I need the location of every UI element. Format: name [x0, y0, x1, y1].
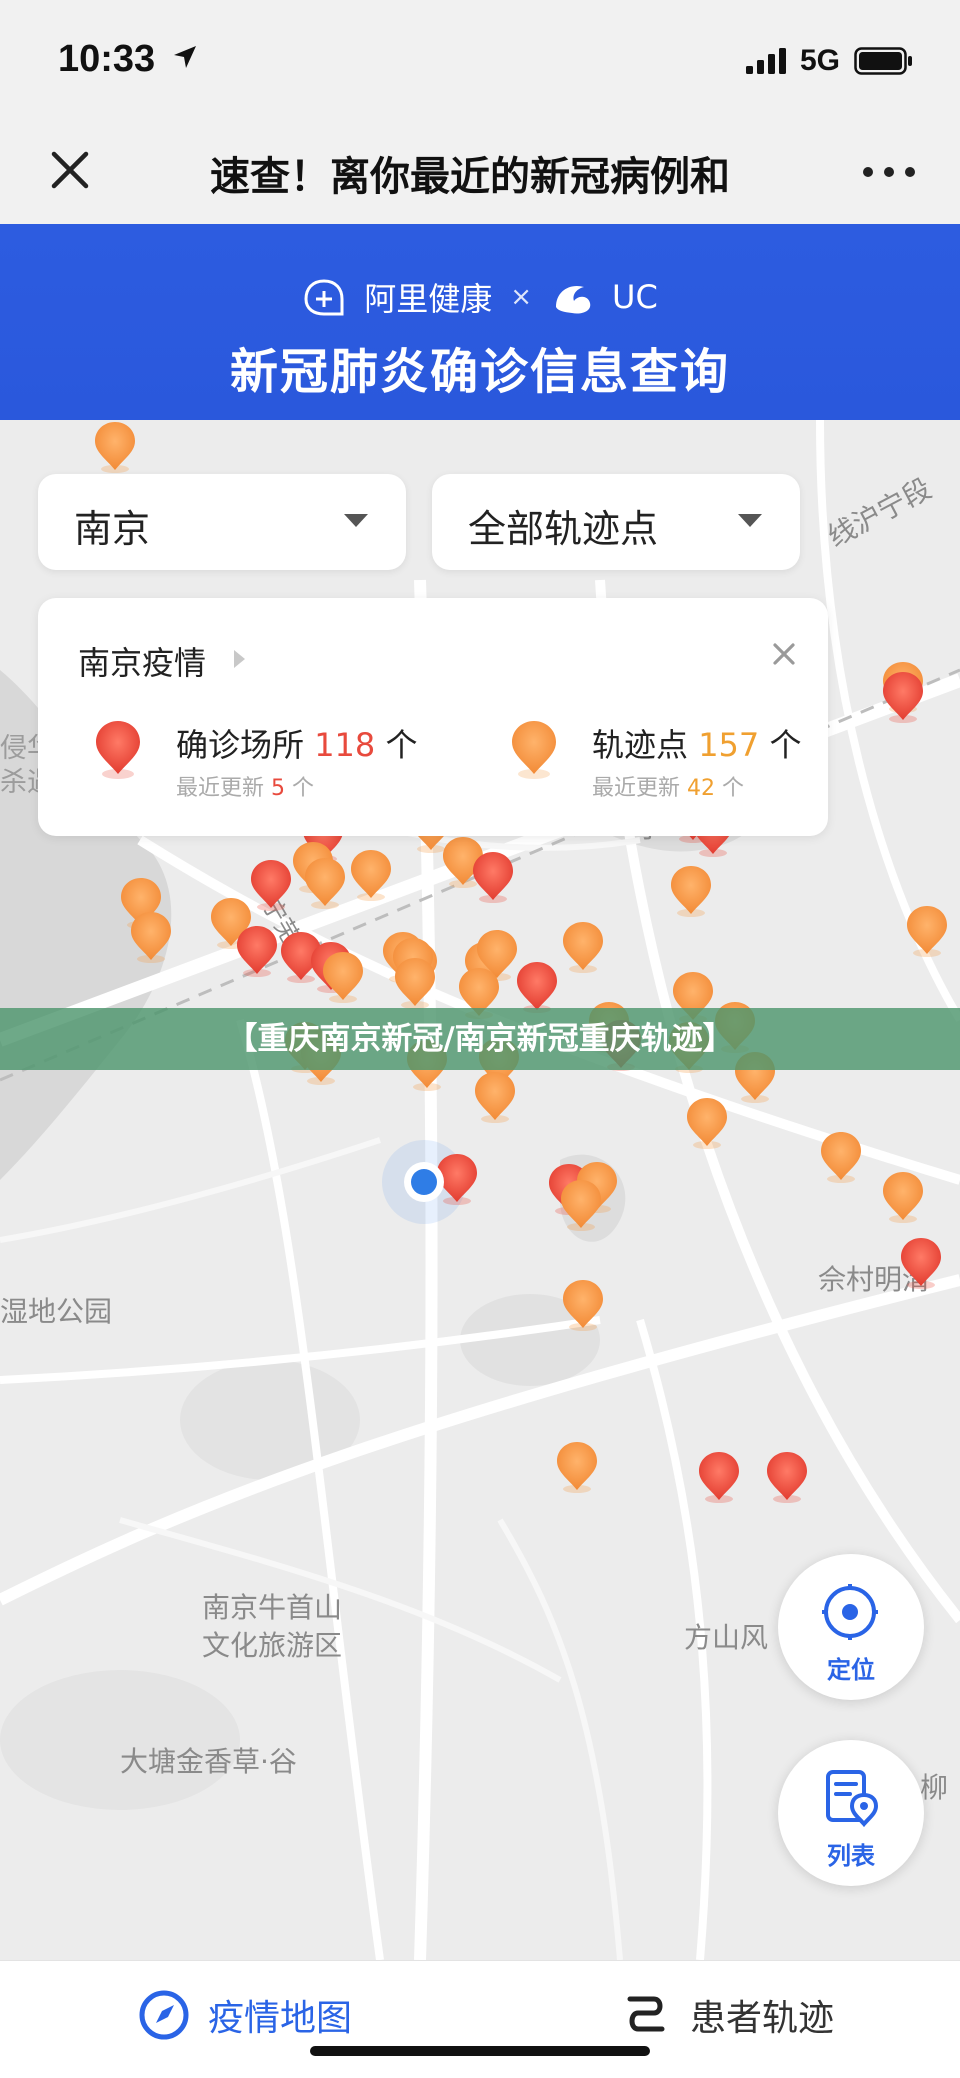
route-icon [627, 1996, 665, 2032]
status-bar: 10:33 5G [0, 0, 960, 120]
confirmed-count: 118 [314, 726, 376, 764]
trace-recent: 最近更新 42 个 [592, 770, 744, 802]
trace-point-pin[interactable] [320, 950, 366, 1004]
confirmed-recent-label: 最近更新 [176, 776, 265, 801]
epidemic-summary-card: 南京疫情 确诊场所 118 个 最近更新 5 个 轨迹点 157 个 最近更新 … [38, 598, 828, 836]
confirmed-place-pin[interactable] [470, 850, 516, 904]
confirmed-place-pin[interactable] [234, 924, 280, 978]
trace-point-pin[interactable] [472, 1070, 518, 1124]
page-title: 速查！离你最近的新冠病例和 [210, 154, 730, 200]
confirmed-recent-count: 5 [271, 776, 286, 801]
trace-point-pin[interactable] [560, 920, 606, 974]
chevron-right-icon[interactable] [234, 650, 245, 668]
chevron-down-icon [738, 514, 762, 527]
trace-point-pin[interactable] [560, 1278, 606, 1332]
trace-recent-count: 42 [687, 776, 716, 801]
confirmed-place-pin[interactable] [898, 1236, 944, 1290]
alihealth-logo-icon [304, 279, 344, 316]
red-pin-icon [96, 721, 140, 779]
locate-label: 定位 [827, 1656, 875, 1684]
uc-squirrel-logo-icon [556, 285, 591, 314]
confirmed-places-line: 确诊场所 118 个 [176, 720, 417, 766]
more-options-icon[interactable] [860, 162, 918, 182]
list-button[interactable]: 列表 [778, 1740, 924, 1886]
list-document-icon [826, 1770, 879, 1828]
trace-recent-label: 最近更新 [592, 776, 681, 801]
confirmed-place-pin[interactable] [764, 1450, 810, 1504]
summary-card-title[interactable]: 南京疫情 [78, 638, 206, 684]
city-dropdown[interactable]: 南京 [38, 474, 406, 570]
map-label-niushou-mountain: 南京牛首山 [202, 1591, 343, 1624]
confirmed-recent-unit: 个 [292, 776, 315, 801]
compass-icon [139, 1990, 189, 2040]
confirmed-unit: 个 [385, 726, 418, 764]
trace-point-pin[interactable] [348, 848, 394, 902]
trace-unit: 个 [769, 726, 802, 764]
header-banner: 阿里健康 × UC 新冠肺炎确诊信息查询 [0, 224, 960, 420]
brand-uc: UC [612, 278, 658, 316]
trace-point-pin[interactable] [818, 1130, 864, 1184]
close-icon[interactable] [44, 144, 96, 196]
banner-title: 新冠肺炎确诊信息查询 [229, 344, 730, 400]
map-label-datang: 大塘金香草·谷 [120, 1745, 297, 1778]
title-bar: 速查！离你最近的新冠病例和 [0, 120, 960, 224]
tab-patient-trace-label: 患者轨迹 [690, 1998, 835, 2039]
locate-target-icon [822, 1584, 878, 1640]
trace-point-pin[interactable] [668, 864, 714, 918]
confirmed-place-pin[interactable] [880, 670, 926, 724]
trace-point-pin[interactable] [392, 956, 438, 1010]
tab-epidemic-map[interactable]: 疫情地图 [138, 1989, 352, 2041]
trace-point-pin[interactable] [558, 1178, 604, 1232]
battery-icon [854, 47, 912, 75]
signal-icon [745, 48, 786, 74]
trace-point-pin[interactable] [92, 420, 138, 474]
map-label-wetland-park: 湿地公园 [0, 1295, 113, 1328]
trace-point-pin[interactable] [302, 856, 348, 910]
trace-points-line: 轨迹点 157 个 [592, 720, 801, 766]
brand-row: 阿里健康 × UC [0, 274, 960, 320]
network-type: 5G [799, 44, 840, 77]
trace-point-pin[interactable] [554, 1440, 600, 1494]
location-arrow-icon [174, 46, 196, 68]
map-label-liu: 柳 [920, 1771, 949, 1804]
list-label: 列表 [827, 1842, 875, 1870]
chevron-down-icon [344, 514, 368, 527]
confirmed-place-pin[interactable] [248, 858, 294, 912]
trace-point-pin[interactable] [904, 904, 950, 958]
point-type-dropdown[interactable]: 全部轨迹点 [432, 474, 800, 570]
trace-point-pin[interactable] [128, 910, 174, 964]
point-type-dropdown-value: 全部轨迹点 [468, 507, 659, 551]
city-dropdown-value: 南京 [74, 507, 151, 551]
bottom-tab-bar: 疫情地图 患者轨迹 [0, 1960, 960, 2078]
trace-point-pin[interactable] [684, 1096, 730, 1150]
tab-patient-trace[interactable]: 患者轨迹 [620, 1989, 834, 2041]
confirmed-place-pin[interactable] [514, 960, 560, 1014]
locate-button[interactable]: 定位 [778, 1554, 924, 1700]
brand-separator: × [510, 282, 533, 312]
confirmed-label: 确诊场所 [176, 726, 305, 764]
trace-recent-unit: 个 [722, 776, 745, 801]
trace-label: 轨迹点 [592, 726, 689, 764]
home-indicator [310, 2046, 650, 2056]
orange-pin-icon [512, 721, 556, 779]
user-location-icon [404, 1162, 444, 1202]
map-label-niushou-area: 文化旅游区 [202, 1629, 343, 1662]
map-label-fangshan: 方山风 [684, 1621, 769, 1654]
trace-point-pin[interactable] [880, 1170, 926, 1224]
brand-alihealth: 阿里健康 [364, 280, 493, 318]
confirmed-recent: 最近更新 5 个 [176, 770, 314, 802]
confirmed-place-pin[interactable] [696, 1450, 742, 1504]
overlay-caption-banner: 【重庆南京新冠/南京新冠重庆轨迹】 [0, 1008, 960, 1070]
status-time: 10:33 [58, 38, 156, 80]
close-icon[interactable] [770, 640, 798, 668]
tab-epidemic-map-label: 疫情地图 [208, 1998, 353, 2039]
trace-count: 157 [698, 726, 760, 764]
